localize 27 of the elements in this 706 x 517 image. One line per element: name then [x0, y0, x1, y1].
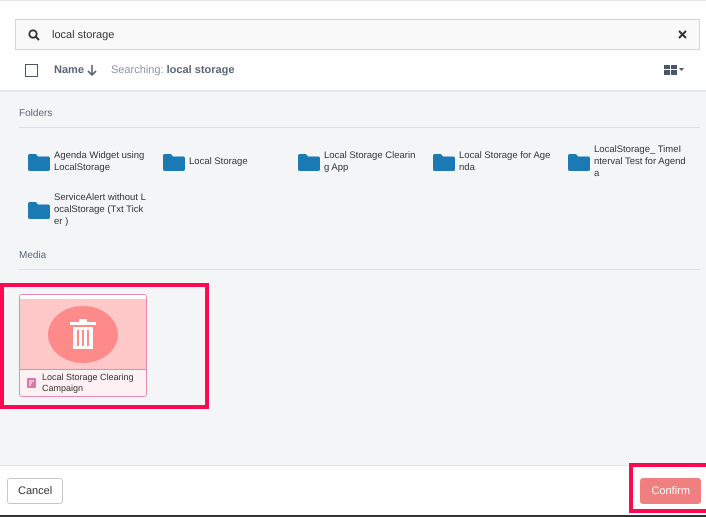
- folder-name[interactable]: Local Storage Clearing App: [324, 150, 416, 174]
- document-icon: [27, 378, 36, 388]
- arrow-down-icon: [86, 64, 97, 76]
- folder-icon: [28, 202, 50, 218]
- grid-view-icon[interactable]: [664, 65, 684, 75]
- folder-name[interactable]: Agenda Widget using LocalStorage: [54, 150, 146, 174]
- folder-name[interactable]: ServiceAlert without LocalStorage (Txt Ticker ): [54, 192, 146, 228]
- close-icon[interactable]: [678, 30, 687, 39]
- folder-name[interactable]: Local Storage for Agenda: [459, 150, 551, 174]
- select-all-checkbox[interactable]: [25, 64, 38, 76]
- folder-name[interactable]: LocalStorage_ TimeInterval Test for Agenda: [594, 144, 686, 180]
- folder-icon: [298, 154, 320, 170]
- folder-icon: [28, 154, 50, 170]
- section-heading: Media: [19, 250, 46, 261]
- media-name: Local Storage Clearing Campaign: [42, 372, 135, 394]
- section-heading: Folders: [19, 108, 52, 119]
- cancel-button[interactable]: Cancel: [7, 478, 64, 504]
- folder-icon: [568, 154, 590, 170]
- sort-button[interactable]: Name: [54, 64, 97, 76]
- folder-icon: [163, 154, 185, 170]
- folder-icon: [433, 154, 455, 170]
- search-icon: [28, 29, 40, 41]
- search-status: Searching: local storage: [110, 64, 234, 76]
- search-field[interactable]: local storage: [15, 19, 700, 50]
- media-card[interactable]: Local Storage Clearing Campaign: [19, 294, 147, 397]
- folder-name[interactable]: Local Storage: [189, 156, 281, 168]
- trash-icon: [70, 319, 96, 349]
